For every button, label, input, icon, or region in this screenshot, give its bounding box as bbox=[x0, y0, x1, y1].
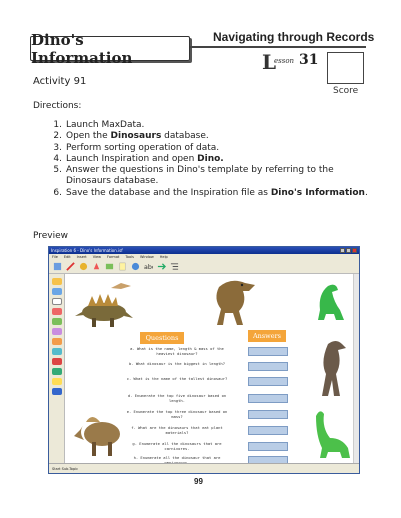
answer-box[interactable] bbox=[248, 377, 288, 386]
activity-title: Activity 91 bbox=[33, 76, 87, 87]
create-icon[interactable] bbox=[79, 262, 88, 271]
symbol-icon[interactable] bbox=[52, 328, 62, 335]
window-titlebar: Inspiration 6 - Dino's Information.isf bbox=[49, 247, 359, 254]
symbol-icon[interactable] bbox=[52, 298, 62, 305]
status-bar: Start Sub-Topic bbox=[49, 463, 359, 473]
menu-insert[interactable]: Insert bbox=[77, 255, 87, 259]
page-heading: Dino's Information bbox=[30, 31, 190, 67]
window-title: Inspiration 6 - Dino's Information.isf bbox=[51, 248, 123, 253]
hyperlink-icon[interactable] bbox=[131, 262, 140, 271]
menu-window[interactable]: Window bbox=[140, 255, 154, 259]
questions-header: Questions bbox=[140, 332, 184, 344]
brontosaurus-image bbox=[316, 411, 350, 458]
question-text: f. What are the dinosaurs that eat plant… bbox=[131, 425, 223, 435]
symbol-icon[interactable] bbox=[52, 378, 62, 385]
lesson-number: 31 bbox=[299, 52, 319, 68]
arrange-icon[interactable] bbox=[105, 262, 114, 271]
answers-header: Answers bbox=[248, 330, 286, 342]
symbol-icon[interactable] bbox=[52, 388, 62, 395]
step-item: 6. Save the database and the Inspiration … bbox=[53, 187, 368, 198]
menu-file[interactable]: File bbox=[52, 255, 58, 259]
window-controls bbox=[340, 248, 357, 253]
symbol-icon[interactable] bbox=[52, 278, 62, 285]
answer-box[interactable] bbox=[248, 347, 288, 356]
spell-icon[interactable]: abc bbox=[144, 262, 153, 271]
step-item: 3. Perform sorting operation of data. bbox=[53, 142, 220, 153]
step-item: 1. Launch MaxData. bbox=[53, 120, 145, 130]
answer-box[interactable] bbox=[248, 394, 288, 403]
symbol-icon[interactable] bbox=[52, 288, 62, 295]
step-item: 4. Launch Inspiration and open Dino. bbox=[53, 153, 224, 164]
transfer-icon[interactable] bbox=[157, 262, 166, 271]
rapidfire-icon[interactable] bbox=[92, 262, 101, 271]
score-box bbox=[327, 52, 364, 84]
menu-view[interactable]: View bbox=[93, 255, 101, 259]
symbol-icon[interactable] bbox=[52, 338, 62, 345]
minimize-icon[interactable] bbox=[340, 248, 345, 253]
page-number: 99 bbox=[194, 477, 203, 486]
symbol-icon[interactable] bbox=[52, 348, 62, 355]
lesson-badge: L esson 31 bbox=[262, 50, 324, 74]
diagram-icon[interactable] bbox=[53, 262, 62, 271]
note-icon[interactable] bbox=[118, 262, 127, 271]
score-label: Score bbox=[333, 86, 359, 96]
status-text: Start Sub-Topic bbox=[52, 466, 79, 471]
stegosaurus-image bbox=[75, 294, 133, 327]
preview-label: Preview bbox=[33, 231, 69, 241]
answer-box[interactable] bbox=[248, 426, 288, 435]
question-text: c. What is the name of the tallest dinos… bbox=[126, 376, 228, 381]
vertical-scrollbar[interactable] bbox=[353, 274, 359, 464]
question-text: d. Enumerate the top five dinosaur based… bbox=[127, 393, 227, 403]
directions-label: Directions: bbox=[33, 101, 82, 111]
svg-text:abc: abc bbox=[144, 264, 153, 271]
pteranodon-image bbox=[111, 283, 131, 289]
answer-box[interactable] bbox=[248, 362, 288, 371]
question-text: g. Enumerate all the dinosaurs that are … bbox=[132, 441, 222, 451]
question-text: e. Enumerate the top three dinosaur base… bbox=[126, 409, 228, 419]
lesson-word: esson bbox=[274, 57, 295, 65]
step-item: 5. Answer the questions in Dino's templat… bbox=[53, 165, 334, 187]
raptor-image bbox=[322, 341, 346, 396]
answer-box[interactable] bbox=[248, 442, 288, 451]
symbol-icon[interactable] bbox=[52, 308, 62, 315]
menu-tools[interactable]: Tools bbox=[125, 255, 134, 259]
menu-format[interactable]: Format bbox=[107, 255, 119, 259]
maximize-icon[interactable] bbox=[346, 248, 351, 253]
diagram-canvas[interactable]: Questions Answers a. What is the name, l… bbox=[66, 274, 354, 465]
close-icon[interactable] bbox=[352, 248, 357, 253]
menu-edit[interactable]: Edit bbox=[64, 255, 71, 259]
answer-box[interactable] bbox=[248, 410, 288, 419]
step-item: 2. Open the Dinosaurs database. bbox=[53, 131, 209, 142]
tyrannosaurus-image bbox=[216, 280, 255, 325]
question-text: b. What dinosaur is the biggest in lengt… bbox=[128, 361, 225, 366]
header-rule bbox=[190, 46, 366, 48]
symbol-icon[interactable] bbox=[52, 318, 62, 325]
symbol-icon[interactable] bbox=[52, 368, 62, 375]
symbol-palette bbox=[49, 274, 65, 464]
app-window-preview: Inspiration 6 - Dino's Information.isf F… bbox=[48, 246, 360, 474]
triceratops-image bbox=[74, 417, 120, 456]
menu-help[interactable]: Help bbox=[160, 255, 168, 259]
green-dinosaur-image bbox=[318, 284, 344, 320]
link-icon[interactable] bbox=[66, 261, 75, 271]
symbol-icon[interactable] bbox=[52, 358, 62, 365]
steps-list: 1. Launch MaxData. 2. Open the Dinosaurs d… bbox=[52, 120, 374, 199]
outline-icon[interactable] bbox=[170, 262, 179, 271]
toolbar: abc bbox=[49, 259, 359, 274]
section-title: Navigating through Records bbox=[213, 30, 375, 44]
question-text: a. What is the name, length & mass of th… bbox=[130, 346, 224, 356]
